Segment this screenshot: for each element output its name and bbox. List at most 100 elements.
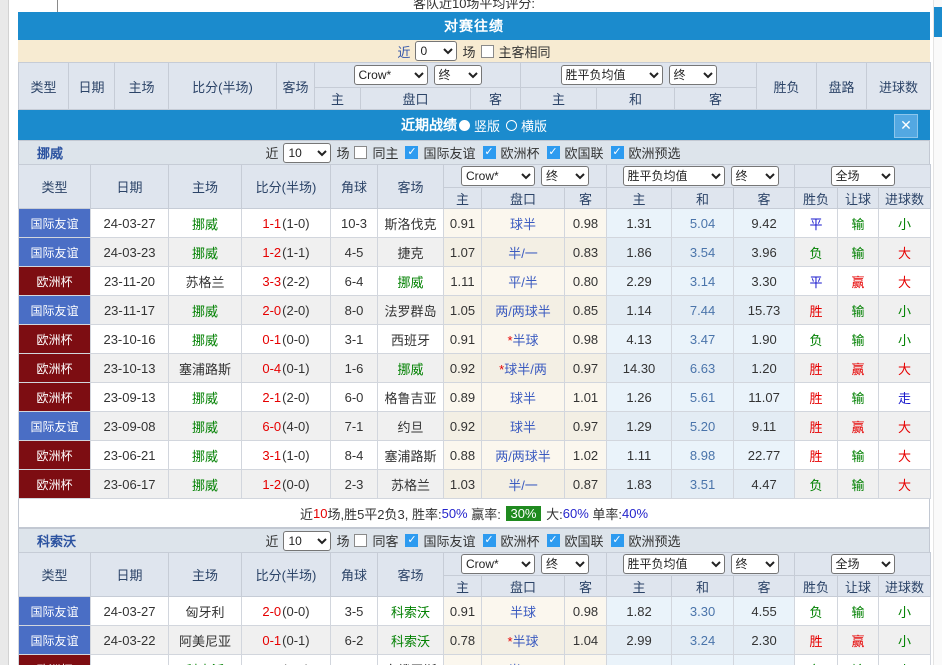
away-odds: 0.97 xyxy=(565,412,607,441)
scrollbar-thumb[interactable] xyxy=(934,7,942,37)
result-goals: 小 xyxy=(879,296,931,325)
handicap: 球半 xyxy=(482,209,565,238)
home-odds: 0.78 xyxy=(444,626,482,655)
close-icon[interactable]: ✕ xyxy=(894,114,918,138)
result-goals: 大 xyxy=(879,238,931,267)
match-date: 24-03-22 xyxy=(91,626,169,655)
away-odds: 0.87 xyxy=(565,470,607,499)
avg-odds-select[interactable]: 胜平负均值 xyxy=(623,166,725,186)
bookmaker-select[interactable]: Crow* xyxy=(461,166,535,186)
away-team: 白俄罗斯 xyxy=(378,655,444,665)
result-goals: 小 xyxy=(879,626,931,655)
home-odds: 0.92 xyxy=(444,354,482,383)
table-row: 国际友谊23-09-08挪威6-0(4-0)7-1约旦0.92球半0.971.2… xyxy=(19,412,931,441)
match-type-badge: 国际友谊 xyxy=(19,296,91,325)
league-friendly-checkbox[interactable]: ✓ xyxy=(405,534,418,547)
result-handicap: 输 xyxy=(838,597,879,626)
bookmaker-select[interactable]: Crow* xyxy=(354,65,428,85)
table-row: 欧洲杯23-11-22科索沃0-1(0-1)8-1白俄罗斯0.84半/一1.06… xyxy=(19,655,931,665)
score: 2-1(2-0) xyxy=(242,383,331,412)
home-team: 匈牙利 xyxy=(169,597,242,626)
summary-segment: 40% xyxy=(622,506,648,521)
league-eurocup-checkbox[interactable]: ✓ xyxy=(483,534,496,547)
avg-stage-select[interactable]: 终 xyxy=(731,554,779,574)
home-odds: 1.03 xyxy=(444,470,482,499)
match-date: 23-11-17 xyxy=(91,296,169,325)
col-score: 比分(半场) xyxy=(169,63,277,110)
team-name: 科索沃 xyxy=(37,531,76,550)
same-venue-checkbox[interactable] xyxy=(354,146,367,159)
league-eurocup-checkbox[interactable]: ✓ xyxy=(483,146,496,159)
away-odds: 0.83 xyxy=(565,238,607,267)
col-away: 客场 xyxy=(277,63,315,110)
full-match-select[interactable]: 全场 xyxy=(831,166,895,186)
vertical-radio[interactable] xyxy=(459,120,470,131)
horizontal-radio[interactable] xyxy=(506,120,517,131)
away-team: 格鲁吉亚 xyxy=(378,383,444,412)
home-team: 塞浦路斯 xyxy=(169,354,242,383)
league-friendly-checkbox[interactable]: ✓ xyxy=(405,146,418,159)
h2h-games-select[interactable]: 0 xyxy=(415,41,457,61)
match-type-badge: 国际友谊 xyxy=(19,597,91,626)
result-win-lose: 胜 xyxy=(795,441,838,470)
avg-stage-select[interactable]: 终 xyxy=(731,166,779,186)
sub-draw: 和 xyxy=(672,188,734,209)
avg-lose: 3.30 xyxy=(734,267,795,296)
home-team: 挪威 xyxy=(169,325,242,354)
league-qualifier-label: 欧洲预选 xyxy=(629,531,681,550)
avg-draw: 5.20 xyxy=(672,412,734,441)
home-odds: 1.05 xyxy=(444,296,482,325)
avg-odds-select[interactable]: 胜平负均值 xyxy=(623,554,725,574)
league-nationsleague-checkbox[interactable]: ✓ xyxy=(547,534,560,547)
score: 1-1(1-0) xyxy=(242,209,331,238)
bookmaker-select[interactable]: Crow* xyxy=(461,554,535,574)
result-scope-group: 全场 xyxy=(795,165,931,188)
match-date: 23-11-22 xyxy=(91,655,169,665)
result-win-lose: 负 xyxy=(795,597,838,626)
corner-score: 6-4 xyxy=(331,267,378,296)
result-handicap: 输 xyxy=(838,470,879,499)
games-count-select[interactable]: 10 xyxy=(283,143,331,163)
same-venue-checkbox[interactable] xyxy=(354,534,367,547)
league-nationsleague-checkbox[interactable]: ✓ xyxy=(547,146,560,159)
avg-stage-select[interactable]: 终 xyxy=(669,65,717,85)
result-win-lose: 胜 xyxy=(795,412,838,441)
avg-win: 1.83 xyxy=(607,470,672,499)
match-type-badge: 欧洲杯 xyxy=(19,470,91,499)
away-team: 挪威 xyxy=(378,354,444,383)
away-odds: 0.80 xyxy=(565,267,607,296)
odds-source-group: Crow* 终 xyxy=(444,553,607,576)
full-match-select[interactable]: 全场 xyxy=(831,554,895,574)
match-date: 23-09-13 xyxy=(91,383,169,412)
avg-win: 1.65 xyxy=(607,655,672,665)
result-goals: 大 xyxy=(879,267,931,296)
handicap: 半/一 xyxy=(482,470,565,499)
avg-odds-select[interactable]: 胜平负均值 xyxy=(561,65,663,85)
home-team: 苏格兰 xyxy=(169,267,242,296)
handicap: *半球 xyxy=(482,626,565,655)
score: 3-1(1-0) xyxy=(242,441,331,470)
avg-lose: 22.77 xyxy=(734,441,795,470)
col-date: 日期 xyxy=(91,553,169,597)
sub-lose: 客 xyxy=(675,88,757,110)
odds-stage-select[interactable]: 终 xyxy=(541,554,589,574)
corner-score: 8-4 xyxy=(331,441,378,470)
league-qualifier-checkbox[interactable]: ✓ xyxy=(611,146,624,159)
table-row: 欧洲杯23-09-13挪威2-1(2-0)6-0格鲁吉亚0.89球半1.011.… xyxy=(19,383,931,412)
odds-stage-select[interactable]: 终 xyxy=(541,166,589,186)
avg-draw: 8.98 xyxy=(672,441,734,470)
sub-handicap: 盘口 xyxy=(482,188,565,209)
match-date: 23-09-08 xyxy=(91,412,169,441)
sub-win: 主 xyxy=(607,576,672,597)
same-home-away-checkbox[interactable] xyxy=(481,45,494,58)
away-odds: 0.98 xyxy=(565,209,607,238)
sub-away: 客 xyxy=(565,188,607,209)
odds-source-group: Crow* 终 xyxy=(315,63,521,88)
odds-stage-select[interactable]: 终 xyxy=(434,65,482,85)
result-win-lose: 负 xyxy=(795,238,838,267)
games-count-select[interactable]: 10 xyxy=(283,531,331,551)
league-qualifier-checkbox[interactable]: ✓ xyxy=(611,534,624,547)
vertical-scrollbar[interactable] xyxy=(933,0,942,665)
result-goals: 大 xyxy=(879,354,931,383)
sub-win: 主 xyxy=(521,88,597,110)
